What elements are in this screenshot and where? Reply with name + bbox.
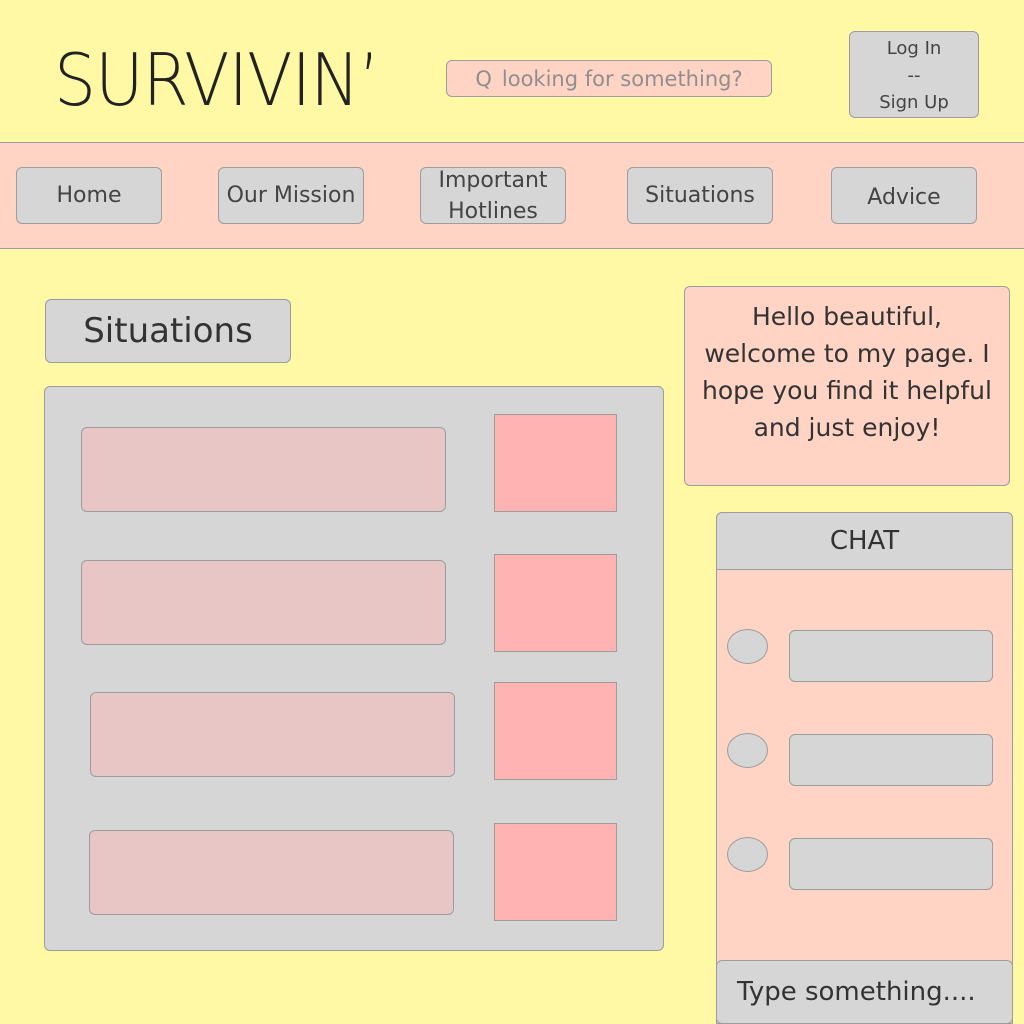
chat-message-3 xyxy=(789,838,993,890)
chat-avatar-1 xyxy=(727,629,768,664)
nav-hotlines-line1: Important xyxy=(438,167,548,193)
situation-thumb-4[interactable] xyxy=(494,823,617,921)
chat-avatar-3 xyxy=(727,837,768,872)
nav-situations[interactable]: Situations xyxy=(627,167,773,224)
situation-thumb-2[interactable] xyxy=(494,554,617,652)
search-icon: Q xyxy=(475,66,492,91)
nav-hotlines-line2: Hotlines xyxy=(448,198,538,224)
section-title: Situations xyxy=(45,299,291,363)
nav-advice[interactable]: Advice xyxy=(831,167,977,224)
search-placeholder: looking for something? xyxy=(501,66,743,91)
chat-avatar-2 xyxy=(727,733,768,768)
login-signup-button[interactable]: Log In -- Sign Up xyxy=(849,31,979,118)
situation-card-3[interactable] xyxy=(90,692,455,777)
signup-label[interactable]: Sign Up xyxy=(850,89,978,116)
nav-important-hotlines[interactable]: Important Hotlines xyxy=(420,167,566,224)
chat-input[interactable]: Type something.... xyxy=(716,960,1013,1024)
situation-thumb-3[interactable] xyxy=(494,682,617,780)
welcome-message: Hello beautiful, welcome to my page. I h… xyxy=(684,286,1010,486)
situation-card-2[interactable] xyxy=(81,560,446,645)
situation-thumb-1[interactable] xyxy=(494,414,617,512)
site-logo[interactable]: SURVIVIN’ xyxy=(54,44,380,116)
nav-home[interactable]: Home xyxy=(16,167,162,224)
nav-our-mission[interactable]: Our Mission xyxy=(218,167,364,224)
chat-message-1 xyxy=(789,630,993,682)
search-input[interactable]: Q looking for something? xyxy=(446,60,772,97)
chat-message-2 xyxy=(789,734,993,786)
chat-title: CHAT xyxy=(716,512,1013,570)
situation-card-1[interactable] xyxy=(81,427,446,512)
situation-card-4[interactable] xyxy=(89,830,454,915)
login-separator: -- xyxy=(907,65,921,86)
login-label[interactable]: Log In xyxy=(850,35,978,62)
